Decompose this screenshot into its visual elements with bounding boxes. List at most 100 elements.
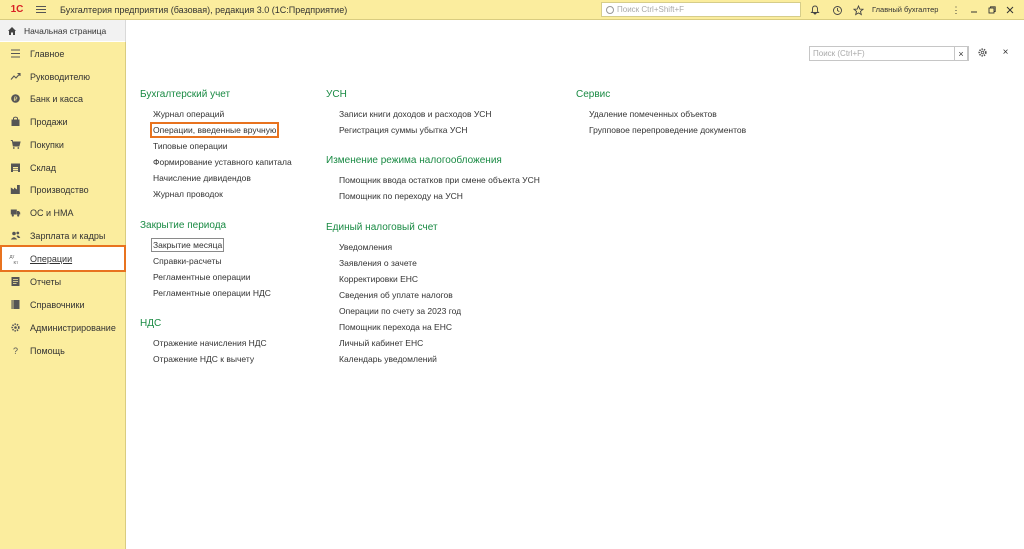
warehouse-icon: [9, 162, 21, 174]
sidebar-item-0[interactable]: Главное: [0, 42, 126, 65]
nav-link[interactable]: Формирование уставного капитала: [153, 156, 292, 168]
sidebar-item-10[interactable]: Отчеты: [0, 270, 126, 293]
nav-link[interactable]: Помощник перехода на ЕНС: [339, 321, 452, 333]
nav-link[interactable]: Отражение НДС к вычету: [153, 353, 254, 365]
sidebar-item-label: Главное: [30, 48, 65, 59]
nav-link[interactable]: Операции по счету за 2023 год: [339, 305, 461, 317]
clear-search-icon[interactable]: ×: [954, 46, 968, 61]
trend-icon: [9, 71, 21, 83]
sidebar-item-label: Операции: [30, 253, 73, 264]
nav-link[interactable]: Записи книги доходов и расходов УСН: [339, 108, 492, 120]
tab-home-label: Начальная страница: [24, 25, 107, 36]
nav-link[interactable]: Личный кабинет ЕНС: [339, 337, 423, 349]
nav-link[interactable]: Сведения об уплате налогов: [339, 289, 453, 301]
people-icon: [9, 230, 21, 242]
restore-icon[interactable]: [984, 0, 1000, 20]
group-title: УСН: [326, 89, 347, 100]
cart-icon: [9, 139, 21, 151]
svg-text:Кт: Кт: [14, 260, 19, 265]
tab-home[interactable]: Начальная страница: [0, 20, 125, 41]
nav-link[interactable]: Журнал операций: [153, 108, 224, 120]
sidebar-item-label: Отчеты: [30, 276, 62, 287]
star-icon[interactable]: [851, 3, 865, 17]
search-icon: [606, 5, 614, 14]
bag-icon: [9, 116, 21, 128]
gear-icon: [9, 322, 21, 334]
group-title: НДС: [140, 318, 162, 329]
settings-gear-icon[interactable]: [976, 46, 989, 59]
sidebar-item-label: Покупки: [30, 139, 64, 150]
nav-link[interactable]: Справки-расчеты: [153, 255, 222, 267]
close-icon[interactable]: [1002, 0, 1018, 20]
group-title: Бухгалтерский учет: [140, 89, 231, 100]
sidebar-item-13[interactable]: ? Помощь: [0, 339, 126, 362]
group-title: Закрытие периода: [140, 220, 227, 231]
sidebar-item-3[interactable]: Продажи: [0, 110, 126, 133]
group-title: Единый налоговый счет: [326, 222, 438, 233]
app-title: Бухгалтерия предприятия (базовая), редак…: [60, 4, 348, 15]
sidebar-item-label: ОС и НМА: [30, 207, 74, 218]
minimize-icon[interactable]: [966, 0, 982, 20]
sidebar-item-1[interactable]: Руководителю: [0, 65, 126, 88]
hamburger-menu-icon[interactable]: [36, 0, 50, 20]
svg-text:?: ?: [12, 346, 17, 356]
sidebar-item-7[interactable]: ОС и НМА: [0, 201, 126, 224]
nav-link[interactable]: Помощник ввода остатков при смене объект…: [339, 174, 540, 186]
menu-icon[interactable]: ⋮: [948, 0, 964, 20]
coin-icon: ₽: [9, 93, 21, 105]
nav-link[interactable]: Журнал проводок: [153, 188, 223, 200]
tab-strip: Начальная страница: [0, 20, 1024, 42]
book-icon: [9, 299, 21, 311]
nav-link[interactable]: Заявления о зачете: [339, 257, 417, 269]
nav-link[interactable]: Регламентные операции: [153, 271, 251, 283]
nav-link[interactable]: Удаление помеченных объектов: [589, 108, 717, 120]
sidebar-item-label: Администрирование: [30, 322, 116, 333]
nav-link[interactable]: Календарь уведомлений: [339, 353, 437, 365]
logo-1c: 1С: [10, 4, 24, 15]
nav-link[interactable]: Корректировки ЕНС: [339, 273, 418, 285]
truck-icon: [9, 207, 21, 219]
current-user[interactable]: Главный бухгалтер: [872, 0, 938, 20]
nav-link[interactable]: Помощник по переходу на УСН: [339, 190, 463, 202]
nav-link[interactable]: Отражение начисления НДС: [153, 337, 267, 349]
sidebar-item-6[interactable]: Производство: [0, 178, 126, 201]
form-search-input[interactable]: Поиск (Ctrl+F): [809, 46, 969, 61]
sidebar-item-label: Производство: [30, 184, 89, 195]
global-search-input[interactable]: Поиск Ctrl+Shift+F: [601, 2, 801, 17]
group-title: Сервис: [576, 89, 611, 100]
sidebar-item-12[interactable]: Администрирование: [0, 316, 126, 339]
nav-link[interactable]: Закрытие месяца: [151, 238, 225, 252]
sidebar-item-5[interactable]: Склад: [0, 156, 126, 179]
nav-link[interactable]: Уведомления: [339, 241, 392, 253]
list-icon: [9, 48, 21, 60]
form-search-placeholder: Поиск (Ctrl+F): [813, 49, 865, 58]
factory-icon: [9, 184, 21, 196]
sidebar-item-4[interactable]: Покупки: [0, 133, 126, 156]
sidebar-item-label: Помощь: [30, 345, 65, 356]
sidebar-item-11[interactable]: Справочники: [0, 293, 126, 316]
tab-operations-panel[interactable]: [125, 20, 1024, 42]
sidebar-item-8[interactable]: Зарплата и кадры: [0, 224, 126, 247]
home-icon: [8, 26, 16, 35]
nav-link[interactable]: Начисление дивидендов: [153, 172, 251, 184]
question-icon: ?: [9, 345, 21, 357]
sidebar-item-9[interactable]: Дт Кт Операции: [0, 245, 126, 272]
close-form-icon[interactable]: ×: [999, 46, 1012, 59]
nav-link[interactable]: Регистрация суммы убытка УСН: [339, 124, 468, 136]
sidebar-item-label: Зарплата и кадры: [30, 230, 106, 241]
sidebar: Главное Руководителю ₽ Банк и касса Продажи П…: [0, 42, 126, 549]
svg-text:₽: ₽: [13, 96, 17, 103]
title-bar: 1С Бухгалтерия предприятия (базовая), ре…: [0, 0, 1024, 20]
debit-credit-icon: Дт Кт: [9, 253, 21, 265]
nav-link[interactable]: Групповое перепроведение документов: [589, 124, 746, 136]
sidebar-item-2[interactable]: ₽ Банк и касса: [0, 87, 126, 110]
history-icon[interactable]: [830, 3, 844, 17]
report-icon: [9, 276, 21, 288]
bell-icon[interactable]: [808, 3, 822, 17]
sidebar-item-label: Руководителю: [30, 71, 91, 82]
svg-text:Дт: Дт: [10, 254, 15, 259]
nav-link[interactable]: Типовые операции: [153, 140, 228, 152]
nav-link[interactable]: Операции, введенные вручную: [150, 122, 280, 138]
main-panel: Поиск (Ctrl+F) × × Бухгалтерский учет Журнал…: [126, 42, 1024, 549]
nav-link[interactable]: Регламентные операции НДС: [153, 287, 271, 299]
